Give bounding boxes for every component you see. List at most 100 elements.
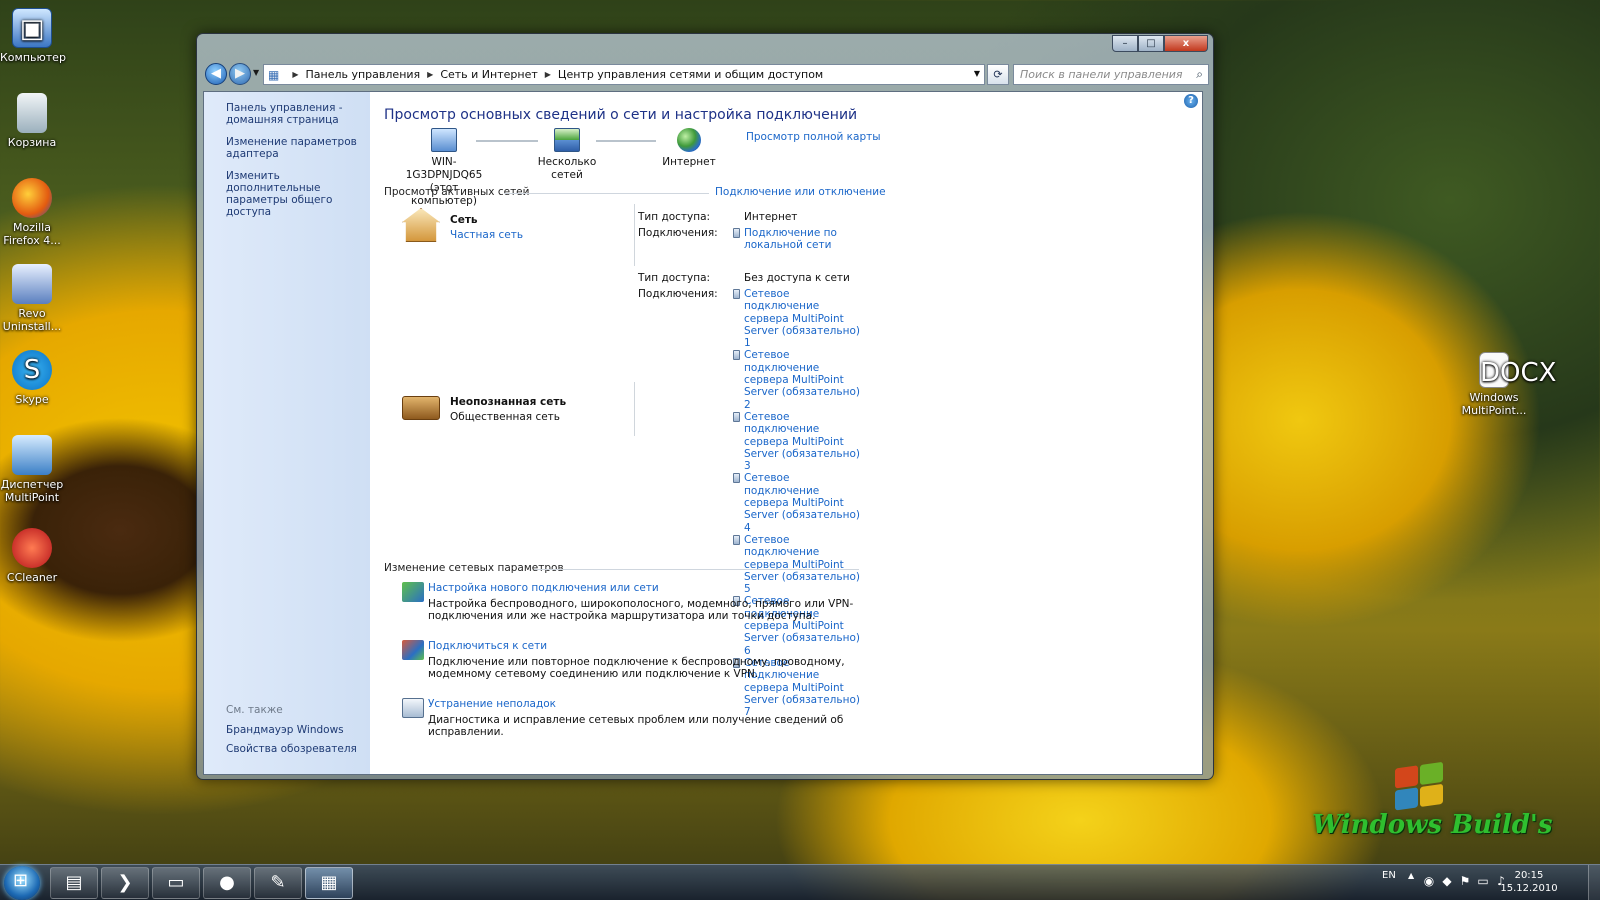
see-also: См. также Брандмауэр Windows Свойства об…: [226, 704, 357, 762]
connection-item[interactable]: Сетевое подключение сервера MultiPoint S…: [733, 534, 864, 595]
multipoint-manager-icon: [12, 435, 52, 475]
connect-disconnect-link[interactable]: Подключение или отключение: [715, 186, 886, 198]
search-input[interactable]: Поиск в панели управления ⌕: [1013, 64, 1209, 85]
security-tray-icon[interactable]: ◆: [1440, 874, 1454, 888]
network-type-link[interactable]: Частная сеть: [450, 229, 523, 241]
desktop-icon-label: Mozilla Firefox 4...: [3, 221, 61, 247]
connections-list: Сетевое подключение сервера MultiPoint S…: [733, 288, 864, 718]
clock[interactable]: 20:15 15.12.2010: [1500, 869, 1558, 895]
action-center-flag-icon[interactable]: ⚑: [1458, 874, 1472, 888]
internet-label: Интернет: [662, 156, 716, 168]
connection-link[interactable]: Сетевое подключение сервера MultiPoint S…: [744, 288, 864, 349]
desktop-icon-multipoint[interactable]: Диспетчер MultiPoint: [0, 435, 64, 504]
refresh-button[interactable]: ⟳: [987, 64, 1009, 85]
active-networks-heading: Просмотр активных сетей: [384, 186, 530, 198]
taskbar-firefox[interactable]: ●: [203, 867, 251, 899]
multiple-networks-label: Несколько сетей: [537, 156, 597, 181]
sidebar-link-adapter-settings[interactable]: Изменение параметров адаптера: [226, 136, 360, 160]
connection-link[interactable]: Сетевое подключение сервера MultiPoint S…: [744, 411, 864, 472]
connection-link[interactable]: Сетевое подключение сервера MultiPoint S…: [744, 472, 864, 533]
desktop-icon-ccleaner[interactable]: CCleaner: [0, 528, 64, 584]
public-network-bench-icon[interactable]: [402, 396, 440, 420]
address-bar[interactable]: ▦ ▶ Панель управления ▶ Сеть и Интернет …: [263, 64, 985, 85]
forward-button[interactable]: ▶: [229, 63, 251, 85]
maximize-button[interactable]: □: [1138, 35, 1164, 52]
desktop-icon-computer[interactable]: ▣ Компьютер: [0, 8, 66, 64]
home-network-icon[interactable]: [402, 208, 440, 242]
clock-date: 15.12.2010: [1500, 883, 1558, 894]
language-indicator[interactable]: EN: [1382, 870, 1396, 881]
computer-icon: [431, 128, 457, 152]
back-button[interactable]: ◀: [205, 63, 227, 85]
search-icon[interactable]: ⌕: [1196, 67, 1203, 82]
sidebar-link-sharing-settings[interactable]: Изменить дополнительные параметры общего…: [226, 170, 360, 218]
recent-pages-dropdown[interactable]: ▼: [253, 68, 259, 77]
taskbar-explorer[interactable]: ▭: [152, 867, 200, 899]
navigation-bar: ◀ ▶ ▼ ▦ ▶ Панель управления ▶ Сеть и Инт…: [203, 62, 1209, 88]
start-button[interactable]: [4, 866, 40, 900]
desktop-icon-label: Revo Uninstall...: [2, 307, 62, 333]
windows-flag-logo: [1395, 761, 1445, 812]
wallpaper-logo-text: Windows Build's: [1312, 810, 1553, 840]
network-adapter-icon: [733, 473, 740, 484]
access-type-value: Интернет: [744, 211, 798, 223]
paint-icon: ✎: [270, 872, 286, 893]
connections-list: Подключение по локальной сети: [733, 227, 864, 252]
map-node-multiple-networks[interactable]: Несколько сетей: [522, 128, 612, 182]
close-button[interactable]: x: [1164, 35, 1208, 52]
task-connect-network-link[interactable]: Подключиться к сети: [428, 640, 547, 652]
desktop-icon-label: Диспетчер MultiPoint: [0, 478, 64, 504]
firefox-icon: ●: [219, 872, 235, 893]
network-divider: [634, 382, 635, 436]
docx-file-icon: DOCX: [1479, 352, 1556, 388]
connection-link[interactable]: Сетевое подключение сервера MultiPoint S…: [744, 534, 864, 595]
network-tray-icon[interactable]: ▭: [1476, 874, 1490, 888]
task-troubleshoot-link[interactable]: Устранение неполадок: [428, 698, 556, 710]
globe-icon: [677, 128, 701, 152]
window-content: Панель управления - домашняя страница Из…: [203, 91, 1203, 775]
ccleaner-icon: [12, 528, 52, 568]
desktop-icon-recycle-bin[interactable]: Корзина: [0, 93, 64, 149]
breadcrumb-network-internet[interactable]: Сеть и Интернет: [440, 68, 537, 81]
taskbar-server-manager[interactable]: ▤: [50, 867, 98, 899]
minimize-button[interactable]: –: [1112, 35, 1138, 52]
connection-link[interactable]: Подключение по локальной сети: [744, 227, 864, 252]
breadcrumb-control-panel[interactable]: Панель управления: [306, 68, 421, 81]
task-new-connection-link[interactable]: Настройка нового подключения или сети: [428, 582, 659, 594]
taskbar-paint[interactable]: ✎: [254, 867, 302, 899]
desktop-icon-label: Корзина: [7, 136, 57, 149]
desktop-icon-skype[interactable]: S Skype: [0, 350, 64, 406]
show-hidden-icons-icon[interactable]: ▲: [1408, 871, 1414, 880]
connect-network-icon: [402, 640, 424, 660]
connection-item[interactable]: Сетевое подключение сервера MultiPoint S…: [733, 472, 864, 534]
connection-item[interactable]: Сетевое подключение сервера MultiPoint S…: [733, 411, 864, 472]
task-description: Подключение или повторное подключение к …: [428, 656, 845, 681]
connection-item[interactable]: Подключение по локальной сети: [733, 227, 864, 252]
sidebar-link-internet-options[interactable]: Свойства обозревателя: [226, 743, 357, 755]
task-description: Диагностика и исправление сетевых пробле…: [428, 714, 844, 739]
address-dropdown-icon[interactable]: ▼: [974, 69, 980, 78]
sidebar-link-firewall[interactable]: Брандмауэр Windows: [226, 724, 357, 736]
explorer-icon: ▭: [167, 872, 185, 893]
network-adapter-icon: [733, 411, 740, 422]
connection-item[interactable]: Сетевое подключение сервера MultiPoint S…: [733, 349, 864, 411]
sidebar-link-home[interactable]: Панель управления - домашняя страница: [226, 102, 360, 126]
map-connector: [596, 140, 656, 142]
breadcrumb-separator: ▶: [544, 70, 551, 79]
connection-item[interactable]: Сетевое подключение сервера MultiPoint S…: [733, 288, 864, 349]
breadcrumb-network-center[interactable]: Центр управления сетями и общим доступом: [558, 68, 823, 81]
taskbar-powershell[interactable]: ❯: [101, 867, 149, 899]
show-desktop-button[interactable]: [1588, 865, 1600, 900]
map-node-internet[interactable]: Интернет: [654, 128, 724, 169]
desktop-icon-docx[interactable]: DOCX Windows MultiPoint...: [1456, 352, 1556, 417]
connection-link[interactable]: Сетевое подключение сервера MultiPoint S…: [744, 349, 864, 410]
taskbar-network-center[interactable]: ▦: [305, 867, 353, 899]
network-divider: [634, 204, 635, 266]
help-icon[interactable]: ?: [1184, 94, 1198, 108]
desktop-icon-firefox[interactable]: Mozilla Firefox 4...: [0, 178, 64, 247]
troubleshoot-icon: [402, 698, 424, 718]
section-divider: [534, 569, 859, 570]
desktop-icon-revo[interactable]: Revo Uninstall...: [0, 264, 64, 333]
sync-tray-icon[interactable]: ◉: [1422, 874, 1436, 888]
desktop-icon-label: CCleaner: [6, 571, 58, 584]
